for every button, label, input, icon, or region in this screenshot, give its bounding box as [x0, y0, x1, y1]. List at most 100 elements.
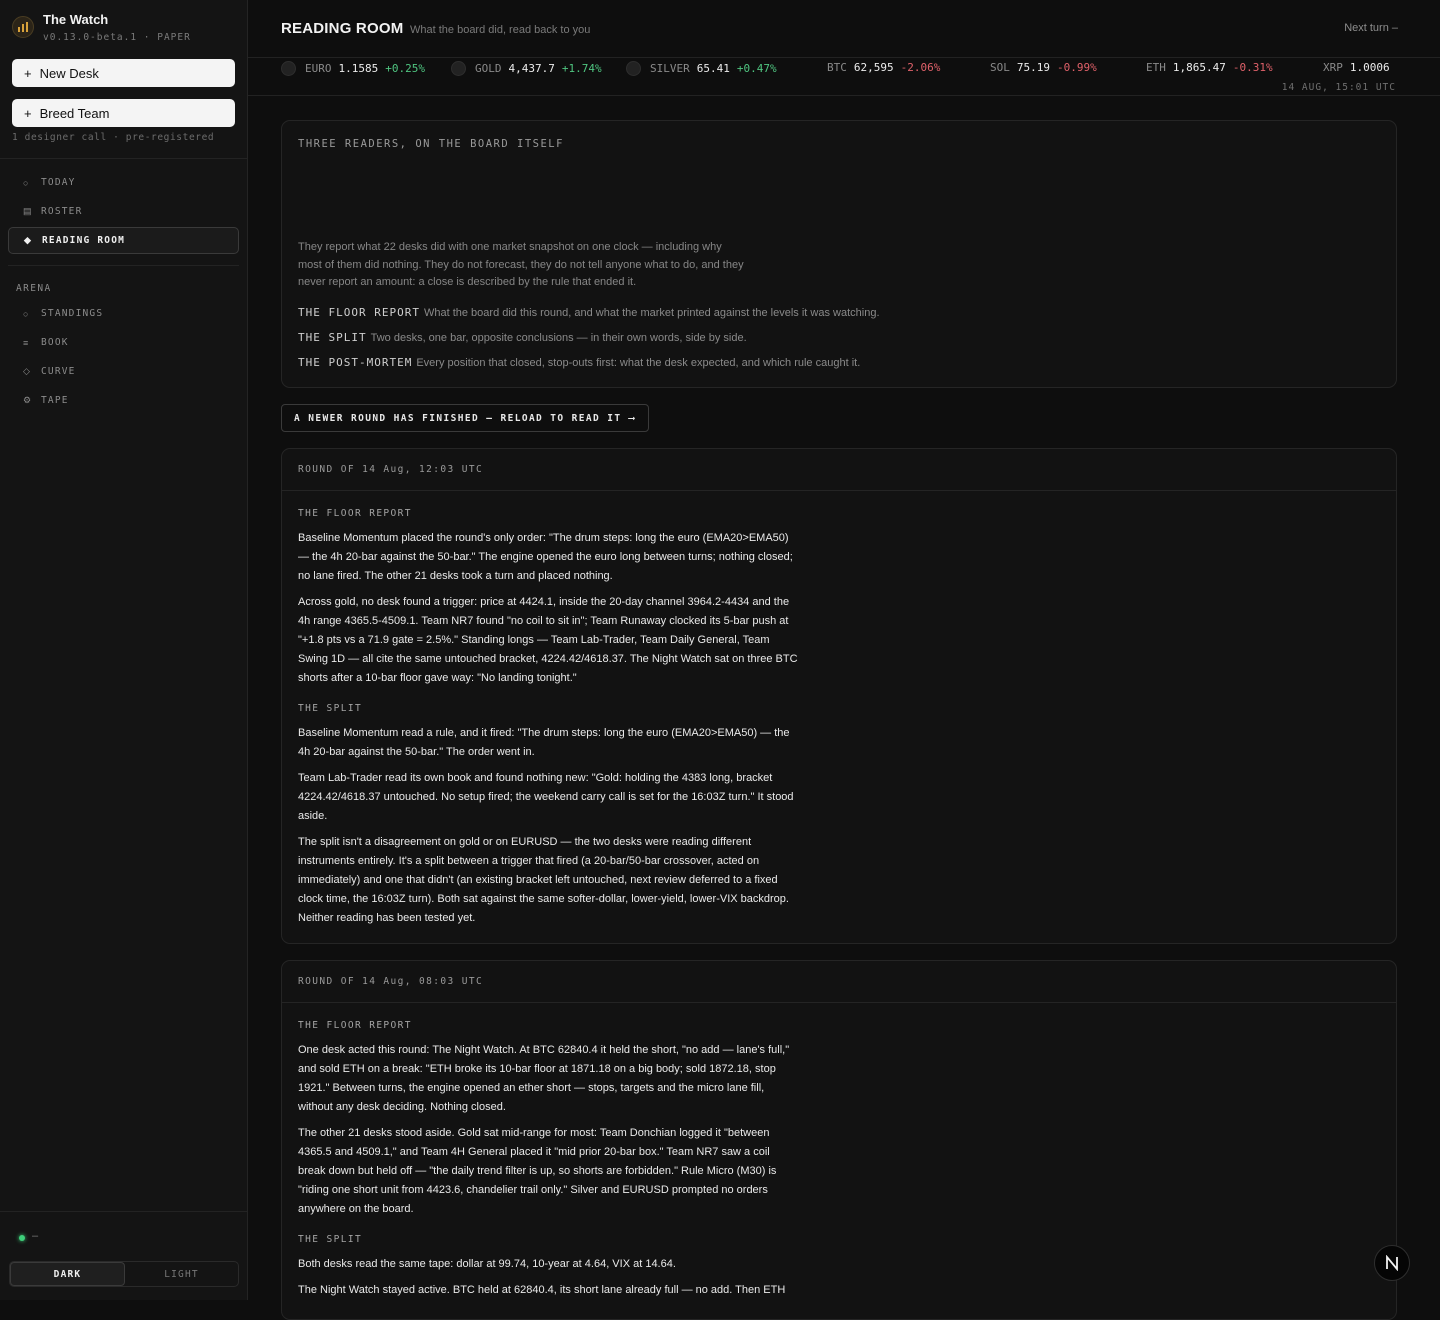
split-paragraph: Baseline Momentum read a rule, and it fi…: [298, 727, 790, 758]
ticker-symbol: XRP: [1323, 61, 1343, 74]
nav-item-reading-room[interactable]: ◆ READING ROOM: [8, 227, 239, 254]
page-subtitle: What the board did, read back to you: [410, 24, 591, 36]
split-label: THE SPLIT: [298, 703, 363, 714]
intro-line-key: THE POST-MORTEM: [298, 356, 413, 369]
circle-icon: ○: [23, 177, 30, 188]
split-label: THE SPLIT: [298, 1234, 363, 1245]
intro-line-text: Every position that closed, stop-outs fi…: [416, 357, 861, 369]
intro-line-key: THE SPLIT: [298, 331, 367, 344]
breed-team-button[interactable]: + Breed Team: [12, 99, 235, 127]
page-title: READING ROOM: [281, 20, 404, 37]
divider: [0, 158, 247, 159]
floor-report-label: THE FLOOR REPORT: [298, 508, 412, 519]
intro-body: They report what 22 desks did with one m…: [298, 241, 744, 288]
nav-item-tape[interactable]: ⚙ TAPE: [8, 387, 239, 414]
breed-team-label: Breed Team: [39, 105, 110, 121]
designer-call-note: 1 designer call · pre-registered: [12, 132, 215, 143]
round-heading: ROUND OF 14 Aug, 08:03 UTC: [282, 961, 1396, 1003]
floor-report-paragraph: One desk acted this round: The Night Wat…: [298, 1044, 790, 1113]
ticker-price: 1.0006: [1349, 61, 1390, 74]
nav-label: BOOK: [41, 337, 69, 348]
market-ticker: EURO 1.1585 +0.25% GOLD 4,437.7 +1.74% S…: [248, 58, 1440, 96]
ticker-price: 4,437.7: [508, 62, 555, 75]
ticker-item-euro[interactable]: EURO 1.1585 +0.25%: [281, 61, 425, 76]
theme-toggle: DARK LIGHT: [9, 1261, 239, 1287]
round-heading: ROUND OF 14 Aug, 12:03 UTC: [282, 449, 1396, 491]
ticker-change: +0.25%: [385, 62, 425, 75]
app-title: The Watch: [43, 12, 109, 27]
ticker-price: 1,865.47: [1172, 61, 1226, 74]
intro-line-key: THE FLOOR REPORT: [298, 306, 420, 319]
floor-report-paragraph: Across gold, no desk found a trigger: pr…: [298, 596, 798, 684]
reload-newer-round-button[interactable]: A NEWER ROUND HAS FINISHED — RELOAD TO R…: [281, 404, 649, 432]
list-icon: ≡: [23, 337, 30, 348]
theme-light-button[interactable]: LIGHT: [125, 1262, 238, 1286]
floor-report-paragraph: Baseline Momentum placed the round's onl…: [298, 532, 793, 582]
ticker-item-btc[interactable]: BTC 62,595 -2.06%: [827, 61, 940, 74]
new-desk-label: New Desk: [39, 65, 99, 81]
nav-item-book[interactable]: ≡ BOOK: [8, 329, 239, 356]
plus-icon: +: [24, 65, 32, 81]
floor-report-label: THE FLOOR REPORT: [298, 1020, 412, 1031]
roster-icon: ▤: [23, 206, 33, 216]
nav-item-roster[interactable]: ▤ ROSTER: [8, 198, 239, 225]
ticker-item-gold[interactable]: GOLD 4,437.7 +1.74%: [451, 61, 602, 76]
ticker-symbol: ETH: [1146, 61, 1166, 74]
ticker-change: -0.31%: [1232, 61, 1273, 74]
intro-line-post-mortem: THE POST-MORTEM Every position that close…: [298, 356, 860, 369]
logo-icon: [12, 16, 34, 38]
assistant-button[interactable]: [1374, 1245, 1410, 1281]
app-version: v0.13.0-beta.1 · PAPER: [43, 32, 191, 43]
ticker-symbol: SILVER: [650, 62, 690, 75]
ticker-price: 75.19: [1016, 61, 1050, 74]
theme-dark-button[interactable]: DARK: [10, 1262, 125, 1286]
nav-item-curve[interactable]: ◇ CURVE: [8, 358, 239, 385]
ticker-price: 1.1585: [338, 62, 379, 75]
ticker-change: +0.47%: [736, 62, 777, 75]
split-paragraph: The split isn't a disagreement on gold o…: [298, 836, 789, 924]
ticker-symbol: GOLD: [475, 62, 502, 75]
sidebar: The Watch v0.13.0-beta.1 · PAPER + New D…: [0, 0, 248, 1300]
nav-label: TAPE: [41, 395, 69, 406]
nav-label: ROSTER: [41, 206, 83, 217]
nav-label: CURVE: [41, 366, 76, 377]
page-header: READING ROOM What the board did, read ba…: [248, 0, 1440, 58]
new-desk-button[interactable]: + New Desk: [12, 59, 235, 87]
ticker-item-eth[interactable]: ETH 1,865.47 -0.31%: [1146, 61, 1273, 74]
divider: [8, 265, 239, 266]
ticker-symbol: BTC: [827, 61, 847, 74]
nav-item-today[interactable]: ○ TODAY: [8, 169, 239, 196]
ticker-symbol: SOL: [990, 61, 1010, 74]
ticker-item-xrp[interactable]: XRP 1.0006: [1323, 61, 1397, 74]
split-paragraph: Both desks read the same tape: dollar at…: [298, 1258, 676, 1270]
next-turn-indicator: Next turn –: [1344, 22, 1398, 34]
status-dot-icon: [19, 1235, 25, 1241]
ticker-symbol: EURO: [305, 62, 332, 75]
ticker-change: -2.06%: [900, 61, 941, 74]
ticker-item-sol[interactable]: SOL 75.19 -0.99%: [990, 61, 1097, 74]
circle-icon: ○: [23, 308, 30, 319]
gear-icon: ⚙: [23, 395, 33, 405]
intro-card: THREE READERS, ON THE BOARD ITSELF They …: [281, 120, 1397, 388]
nav-label: STANDINGS: [41, 308, 104, 319]
arena-section-label: ARENA: [16, 283, 52, 294]
ticker-item-silver[interactable]: SILVER 65.41 +0.47%: [626, 61, 777, 76]
intro-line-text: Two desks, one bar, opposite conclusions…: [370, 332, 747, 344]
intro-line-split: THE SPLIT Two desks, one bar, opposite co…: [298, 331, 747, 344]
split-paragraph: Team Lab-Trader read its own book and fo…: [298, 772, 794, 822]
nav-item-standings[interactable]: ○ STANDINGS: [8, 300, 239, 327]
intro-line-floor-report: THE FLOOR REPORT What the board did this …: [298, 306, 880, 319]
status-text: –: [32, 1230, 39, 1242]
coin-icon: [451, 61, 466, 76]
diamond-outline-icon: ◇: [23, 366, 32, 376]
divider: [0, 1211, 247, 1212]
ticker-price: 62,595: [853, 61, 894, 74]
coin-icon: [281, 61, 296, 76]
intro-line-text: What the board did this round, and what …: [423, 307, 880, 319]
brand[interactable]: The Watch v0.13.0-beta.1 · PAPER: [12, 12, 191, 43]
nav-label: READING ROOM: [42, 235, 126, 246]
diamond-icon: ◆: [24, 235, 33, 245]
ticker-change: +1.74%: [561, 62, 602, 75]
round-card: ROUND OF 14 Aug, 08:03 UTC THE FLOOR REP…: [281, 960, 1397, 1320]
coin-icon: [626, 61, 641, 76]
